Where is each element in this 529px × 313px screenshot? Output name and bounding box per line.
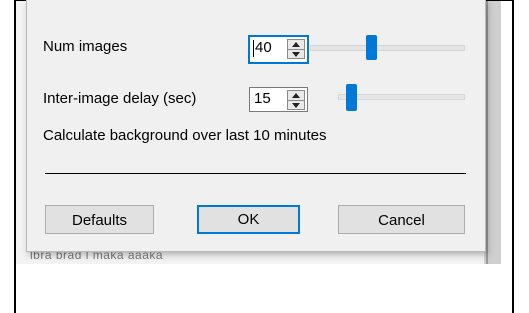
inter-image-delay-slider-thumb[interactable] xyxy=(346,84,357,111)
ok-button[interactable]: OK xyxy=(197,205,300,234)
chevron-up-icon xyxy=(292,42,300,47)
delay-spin-buttons xyxy=(287,90,305,110)
num-images-value[interactable]: 40 xyxy=(255,39,272,56)
inter-image-delay-value[interactable]: 15 xyxy=(254,90,271,107)
num-images-spinbox[interactable]: 40 xyxy=(248,35,309,64)
inter-image-delay-label: Inter-image delay (sec) xyxy=(43,90,197,107)
num-images-increment-button[interactable] xyxy=(288,40,304,49)
delay-increment-button[interactable] xyxy=(288,91,304,100)
num-images-slider[interactable] xyxy=(310,33,465,61)
num-images-label: Num images xyxy=(43,38,128,55)
background-window-border xyxy=(486,0,488,264)
defaults-button[interactable]: Defaults xyxy=(45,205,154,234)
chevron-down-icon xyxy=(292,103,300,108)
delay-decrement-button[interactable] xyxy=(288,100,304,110)
num-images-spin-buttons xyxy=(287,39,305,59)
cancel-button[interactable]: Cancel xyxy=(338,205,465,234)
text-caret xyxy=(253,40,254,57)
background-window-info: Calculate background over last 10 minute… xyxy=(43,127,327,144)
num-images-slider-track[interactable] xyxy=(310,45,465,51)
frame-right-border xyxy=(512,0,514,313)
inter-image-delay-slider[interactable] xyxy=(338,82,465,111)
separator-line xyxy=(45,173,466,174)
num-images-slider-thumb[interactable] xyxy=(366,35,377,60)
frame-left-border xyxy=(14,0,16,313)
inter-image-delay-spinbox[interactable]: 15 xyxy=(249,87,308,112)
background-settings-dialog: Num images 40 Inter-image delay (sec) 15… xyxy=(26,0,486,252)
num-images-decrement-button[interactable] xyxy=(288,49,304,59)
chevron-up-icon xyxy=(292,93,300,98)
inter-image-delay-slider-track[interactable] xyxy=(338,94,465,100)
chevron-down-icon xyxy=(292,52,300,57)
